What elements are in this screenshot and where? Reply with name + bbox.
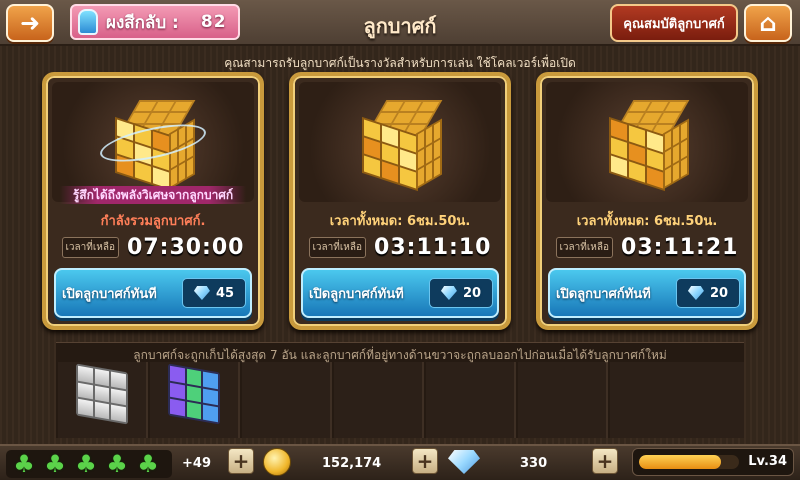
cube-screen: ➜ ผงสีกลับ : 82 ลูกบาศก์ คุณสมบัติลูกบาศ… <box>0 0 800 480</box>
level-progress-fill <box>639 455 721 469</box>
gold-cube-icon <box>358 96 443 192</box>
gem-cost-value: 45 <box>215 285 235 301</box>
inventory-slot-2[interactable] <box>150 362 240 438</box>
cube-card-3: เวลาทั้งหมด: 6ชม.50น. เวลาที่เหลือ 03:11… <box>536 72 758 330</box>
cube-card-1: รู้สึกได้ถึงพลังวิเศษจากลูกบาศก์ กำลังรว… <box>42 72 264 330</box>
clover-icon: ♣ <box>44 450 66 478</box>
coin-icon <box>263 448 291 476</box>
cube-art <box>299 82 501 202</box>
time-remaining-tag: เวลาที่เหลือ <box>555 236 614 258</box>
cube-art: รู้สึกได้ถึงพลังวิเศษจากลูกบาศก์ <box>52 82 254 204</box>
gem-cost: 45 <box>182 278 246 308</box>
diamond-icon <box>440 286 457 300</box>
inventory-slot-1[interactable] <box>58 362 148 438</box>
time-remaining-tag: เวลาที่เหลือ <box>308 236 367 258</box>
clover-icon: ♣ <box>106 450 128 478</box>
cube-card-2: เวลาทั้งหมด: 6ชม.50น. เวลาที่เหลือ 03:11… <box>289 72 511 330</box>
gold-cube-icon <box>605 96 690 192</box>
clover-extra: +49 <box>182 456 211 471</box>
card-status: กำลังรวมลูกบาศก์. <box>100 214 206 229</box>
inventory-slot-7[interactable] <box>610 362 744 438</box>
gem-cost: 20 <box>429 278 493 308</box>
level-label: Lv.34 <box>748 454 787 469</box>
open-now-label: เปิดลูกบาศก์ทันที <box>309 286 404 302</box>
clover-icon: ♣ <box>13 450 35 478</box>
level-progress-bar <box>639 455 739 469</box>
time-row: เวลาที่เหลือ 03:11:21 <box>540 232 754 262</box>
inventory-slot-3[interactable] <box>242 362 332 438</box>
cube-art <box>546 82 748 202</box>
time-row: เวลาที่เหลือ 03:11:10 <box>293 232 507 262</box>
clover-icon: ♣ <box>75 450 97 478</box>
home-button[interactable]: ⌂ <box>744 4 792 42</box>
time-row: เวลาที่เหลือ 07:30:00 <box>46 232 260 262</box>
inventory-note: ลูกบาศก์จะถูกเก็บได้สูงสุด 7 อัน และลูกบ… <box>133 348 667 362</box>
time-remaining: 03:11:10 <box>374 234 492 260</box>
open-now-button[interactable]: เปิดลูกบาศก์ทันที 45 <box>54 268 252 318</box>
clover-hearts: ♣ ♣ ♣ ♣ ♣ <box>6 450 172 478</box>
top-bar: ➜ ผงสีกลับ : 82 ลูกบาศก์ คุณสมบัติลูกบาศ… <box>0 0 800 46</box>
gem-cost-value: 20 <box>709 285 729 301</box>
silver-cube-icon <box>76 363 128 425</box>
gem-cost-value: 20 <box>462 285 482 301</box>
magic-banner: รู้สึกได้ถึงพลังวิเศษจากลูกบาศก์ <box>60 186 246 204</box>
clover-icon: ♣ <box>137 450 159 478</box>
add-clover-button[interactable]: + <box>228 448 254 474</box>
level-indicator: Lv.34 <box>632 448 794 476</box>
add-coin-button[interactable]: + <box>412 448 438 474</box>
time-remaining-tag: เวลาที่เหลือ <box>61 236 120 258</box>
instruction-text: คุณสามารถรับลูกบาศก์เป็นรางวัลสำหรับการเ… <box>224 56 576 70</box>
time-remaining: 03:11:21 <box>621 234 739 260</box>
cube-properties-button[interactable]: คุณสมบัติลูกบาศก์ <box>610 4 738 42</box>
inventory-slot-4[interactable] <box>334 362 424 438</box>
inventory-slot-6[interactable] <box>518 362 608 438</box>
diamond-icon <box>687 286 704 300</box>
home-icon: ⌂ <box>759 9 777 37</box>
diamond-icon <box>193 286 210 300</box>
card-status: เวลาทั้งหมด: 6ชม.50น. <box>576 214 718 229</box>
coin-amount: 152,174 <box>322 456 382 471</box>
time-remaining: 07:30:00 <box>127 234 245 260</box>
open-now-button[interactable]: เปิดลูกบาศก์ทันที 20 <box>301 268 499 318</box>
open-now-button[interactable]: เปิดลูกบาศก์ทันที 20 <box>548 268 746 318</box>
open-now-label: เปิดลูกบาศก์ทันที <box>556 286 651 302</box>
card-status: เวลาทั้งหมด: 6ชม.50น. <box>329 214 471 229</box>
add-gem-button[interactable]: + <box>592 448 618 474</box>
jewel-cube-icon <box>168 363 220 425</box>
inventory-slot-5[interactable] <box>426 362 516 438</box>
gem-amount: 330 <box>520 456 548 471</box>
open-now-label: เปิดลูกบาศก์ทันที <box>62 286 157 302</box>
gem-cost: 20 <box>676 278 740 308</box>
